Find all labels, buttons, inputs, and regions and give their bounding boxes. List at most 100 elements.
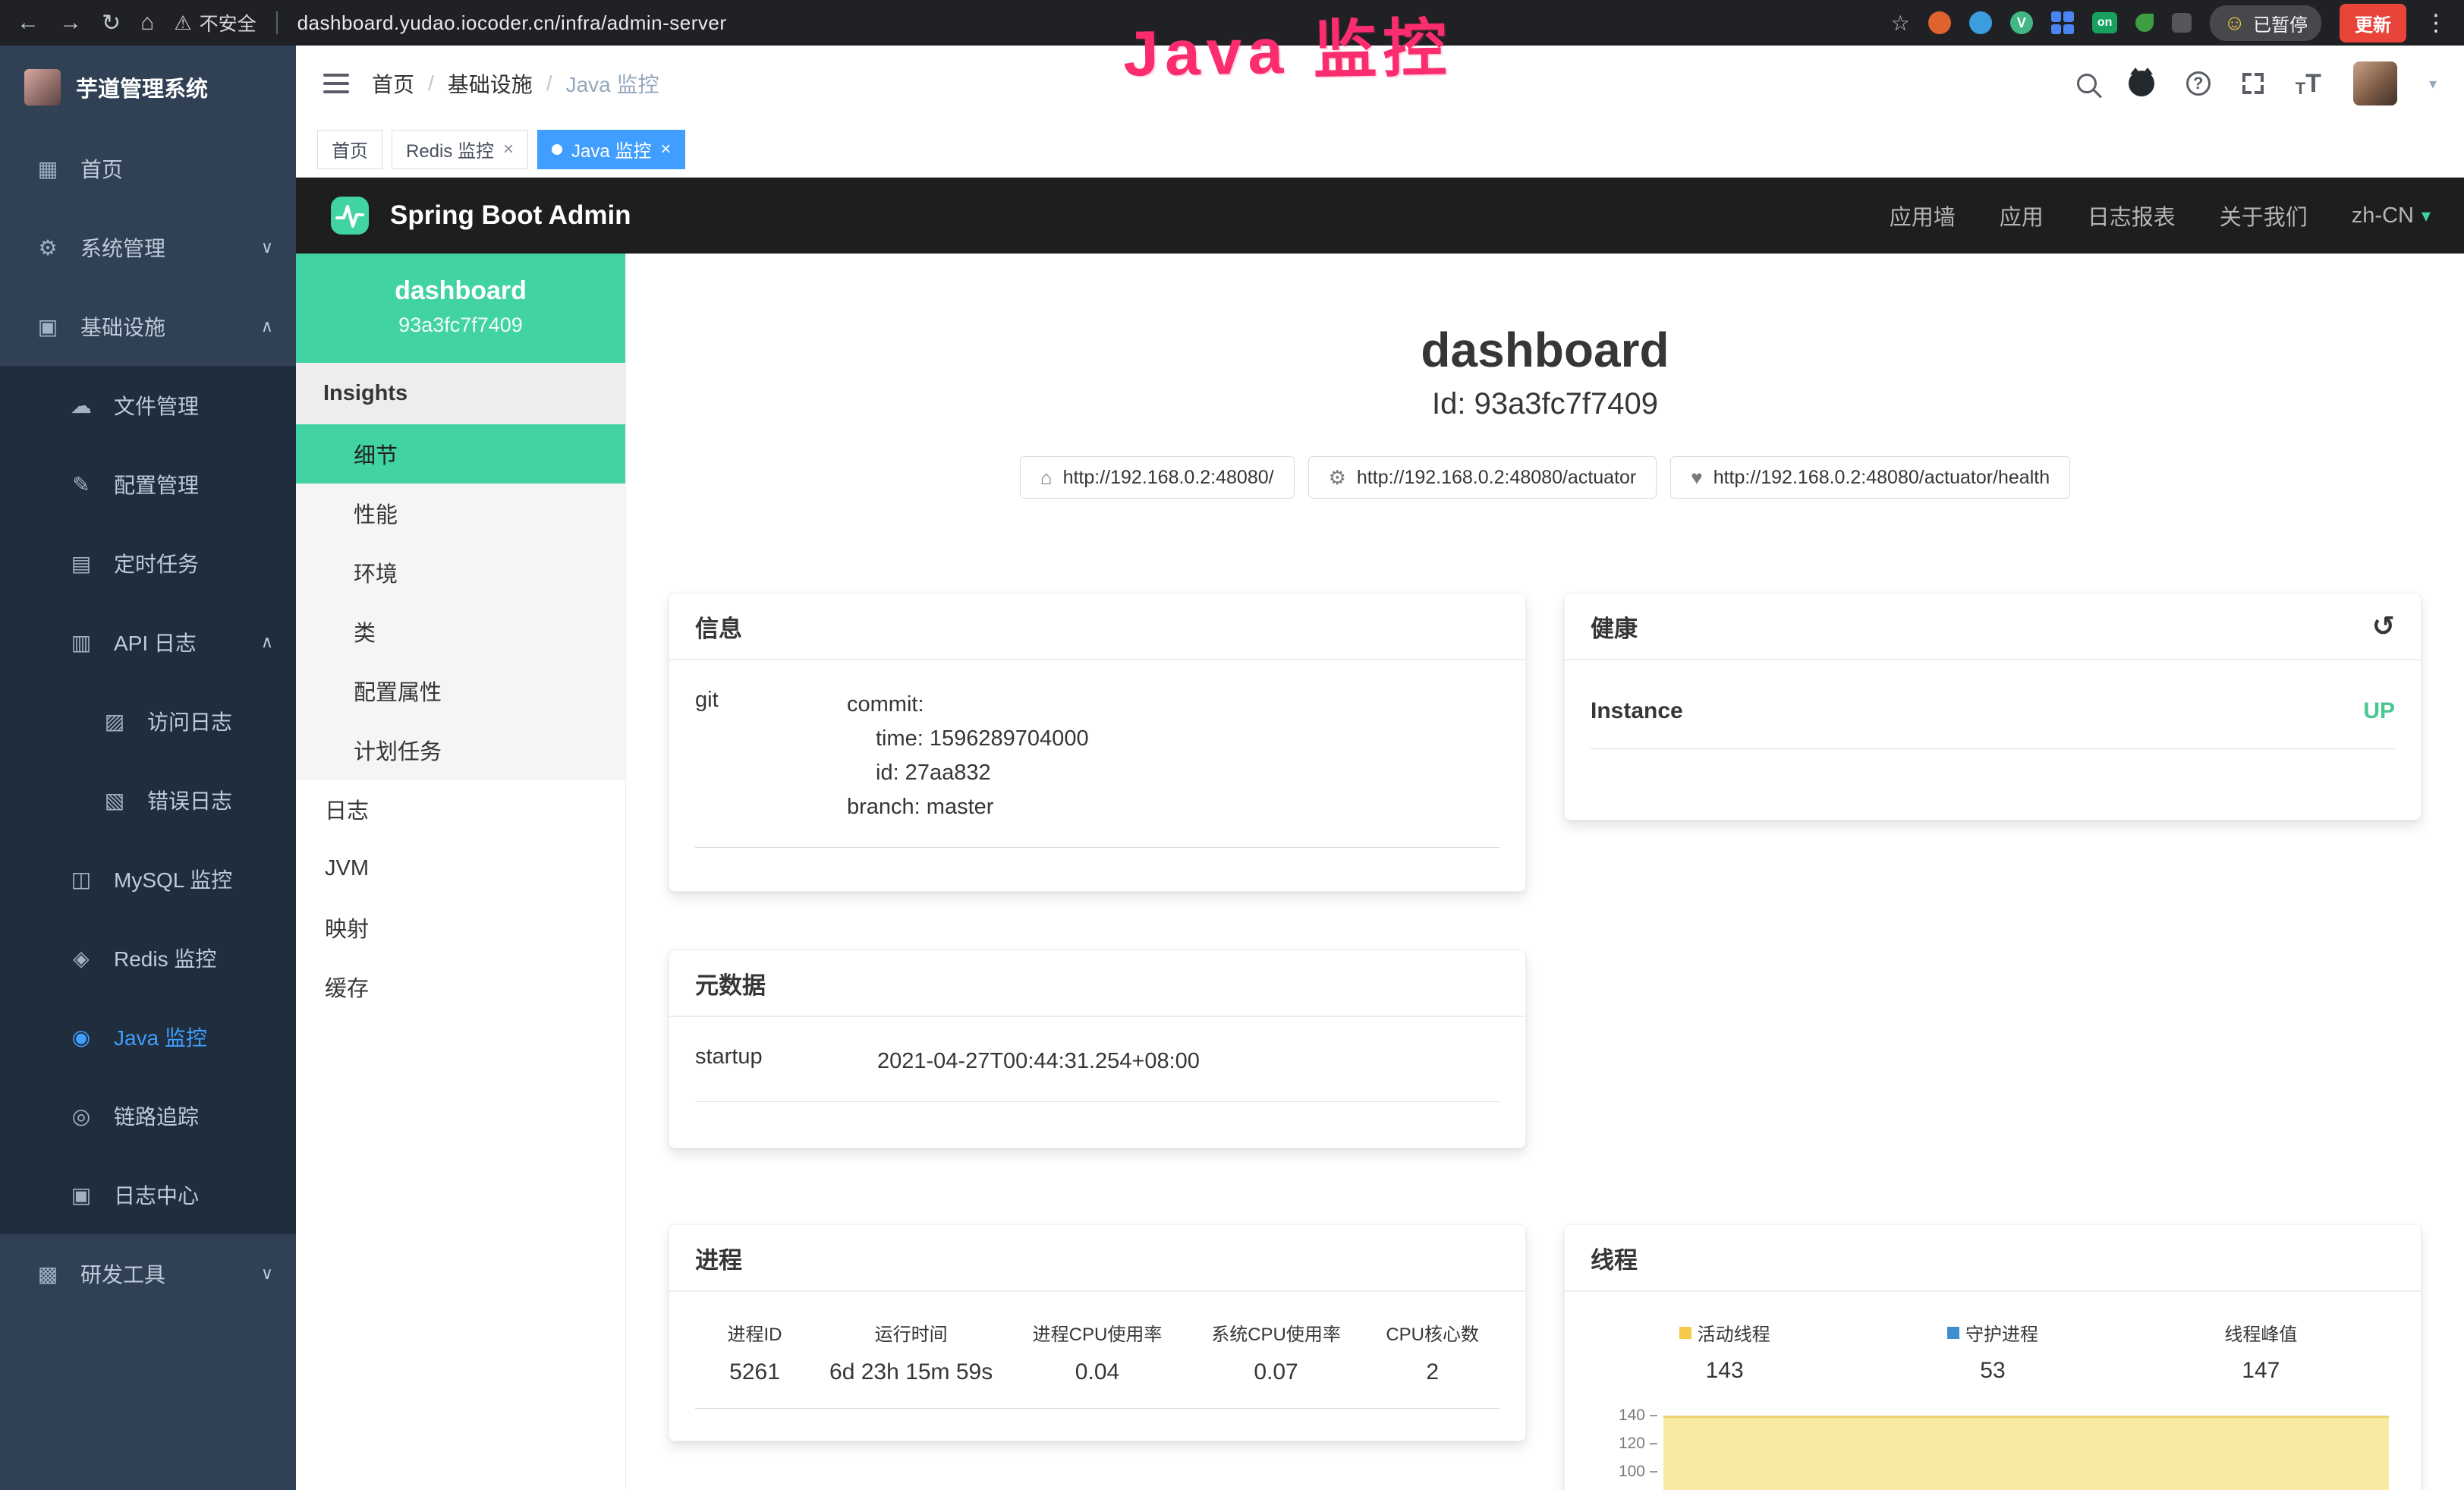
sidebar-item-mysql-monitor[interactable]: ◫ MySQL 监控	[0, 840, 296, 918]
security-chip[interactable]: ⚠ 不安全	[174, 9, 256, 36]
sidebar-item-home[interactable]: ▦ 首页	[0, 129, 296, 208]
metadata-row: startup 2021-04-27T00:44:31.254+08:00	[695, 1044, 1499, 1102]
redis-icon: ◈	[67, 946, 96, 971]
text-size-icon[interactable]: T T	[2296, 69, 2321, 99]
sidebar-item-java-monitor[interactable]: ◉ Java 监控	[0, 997, 296, 1076]
process-col-sys-cpu: 系统CPU使用率	[1211, 1319, 1341, 1346]
sba-nav-about[interactable]: 关于我们	[2220, 200, 2308, 232]
pin-extension-icon[interactable]	[2172, 13, 2192, 33]
home-icon[interactable]: ⌂	[140, 10, 154, 36]
chevron-down-icon: ▾	[2422, 205, 2431, 227]
sidebar-item-redis-monitor[interactable]: ◈ Redis 监控	[0, 918, 296, 997]
spring-boot-admin: Spring Boot Admin 应用墙 应用 日志报表 关于我们 zh-CN…	[296, 178, 2464, 1490]
sba-language-select[interactable]: zh-CN ▾	[2352, 203, 2431, 228]
sidebar-item-tracing[interactable]: ◎ 链路追踪	[0, 1076, 296, 1155]
sba-item-metrics[interactable]: 性能	[296, 484, 625, 543]
paused-badge[interactable]: ☺ 已暂停	[2210, 5, 2321, 41]
sidebar-item-error-logs[interactable]: ▧ 错误日志	[0, 761, 296, 840]
threads-values: 143 53 147	[1591, 1358, 2395, 1384]
sba-item-classes[interactable]: 类	[296, 602, 625, 661]
java-monitor-icon: ◉	[67, 1025, 96, 1050]
sba-item-mappings[interactable]: 映射	[296, 898, 625, 957]
sba-item-jvm[interactable]: JVM	[296, 839, 625, 898]
sba-instance-block[interactable]: dashboard 93a3fc7f7409	[296, 254, 625, 363]
tab-java-monitor[interactable]: Java 监控 ×	[537, 130, 685, 169]
health-url-button[interactable]: ♥ http://192.168.0.2:48080/actuator/heal…	[1670, 456, 2070, 499]
hamburger-icon[interactable]	[323, 74, 349, 93]
sidebar-item-scheduled-tasks[interactable]: ▤ 定时任务	[0, 524, 296, 603]
drop-extension-icon[interactable]	[1969, 11, 1992, 34]
back-icon[interactable]: ←	[17, 10, 39, 36]
cloud-icon: ☁	[67, 393, 96, 418]
sba-item-config-props[interactable]: 配置属性	[296, 661, 625, 720]
status-badge: UP	[2363, 698, 2395, 724]
sba-nav-applications[interactable]: 应用	[2000, 200, 2044, 232]
search-icon[interactable]	[2077, 74, 2097, 93]
text-size-small: T	[2296, 79, 2305, 99]
sidebar-item-file-management[interactable]: ☁ 文件管理	[0, 366, 296, 445]
sidebar-item-log-center[interactable]: ▣ 日志中心	[0, 1155, 296, 1234]
leaf-extension-icon[interactable]	[2135, 14, 2154, 32]
sidebar-item-config-management[interactable]: ✎ 配置管理	[0, 445, 296, 524]
breadcrumb: 首页 / 基础设施 / Java 监控	[372, 68, 659, 99]
refresh-icon[interactable]: ↻	[102, 10, 121, 36]
close-icon[interactable]: ×	[503, 139, 514, 160]
forward-icon[interactable]: →	[59, 10, 82, 36]
help-icon[interactable]: ?	[2186, 71, 2211, 96]
sidebar-item-access-logs[interactable]: ▨ 访问日志	[0, 682, 296, 761]
update-button[interactable]: 更新	[2340, 4, 2406, 43]
switch-on-extension-icon[interactable]: on	[2092, 12, 2118, 33]
live-threads-label: 活动线程	[1698, 1319, 1770, 1346]
breadcrumb-separator: /	[428, 71, 434, 96]
bookmark-star-icon[interactable]: ☆	[1891, 11, 1910, 36]
sba-nav-links: 应用墙 应用 日志报表 关于我们 zh-CN ▾	[1890, 200, 2431, 232]
grid-extension-icon[interactable]	[2051, 11, 2074, 34]
breadcrumb-home[interactable]: 首页	[372, 68, 414, 99]
sidebar-item-label: API 日志	[114, 627, 197, 657]
sidebar-item-infrastructure[interactable]: ▣ 基础设施 ∧	[0, 287, 296, 366]
fox-extension-icon[interactable]	[1928, 11, 1951, 34]
service-url-button[interactable]: ⌂ http://192.168.0.2:48080/	[1020, 456, 1295, 499]
fullscreen-icon[interactable]	[2242, 73, 2264, 94]
sba-language-value: zh-CN	[2352, 203, 2414, 228]
tab-home[interactable]: 首页	[317, 130, 382, 169]
sba-item-caches[interactable]: 缓存	[296, 957, 625, 1016]
close-icon[interactable]: ×	[660, 139, 671, 160]
vue-devtools-icon[interactable]: V	[2010, 11, 2033, 34]
sba-nav-journal[interactable]: 日志报表	[2088, 200, 2176, 232]
github-icon[interactable]	[2129, 71, 2154, 96]
actuator-url-button[interactable]: ⚙ http://192.168.0.2:48080/actuator	[1308, 456, 1657, 499]
warning-icon: ⚠	[174, 11, 191, 35]
sba-nav-wall[interactable]: 应用墙	[1890, 200, 1956, 232]
browser-menu-icon[interactable]: ⋮	[2425, 10, 2447, 36]
user-avatar[interactable]	[2353, 61, 2397, 106]
app-logo[interactable]: 芋道管理系统	[0, 46, 296, 129]
sba-brand-title[interactable]: Spring Boot Admin	[390, 200, 631, 231]
git-commit-time: time: 1596289704000	[847, 722, 1499, 756]
sba-item-details[interactable]: 细节	[296, 424, 625, 484]
sidebar-item-system-management[interactable]: ⚙ 系统管理 ∨	[0, 208, 296, 287]
sidebar-item-api-logs[interactable]: ▥ API 日志 ∧	[0, 603, 296, 682]
address-url[interactable]: dashboard.yudao.iocoder.cn/infra/admin-s…	[297, 11, 1871, 35]
git-commit-label: commit:	[847, 688, 1499, 722]
browser-right-cluster: ☆ V on ☺ 已暂停 更新 ⋮	[1891, 4, 2447, 43]
cards-left-column: 信息 git commit: time: 1596289704000 id: 2…	[669, 593, 1526, 1490]
health-url: http://192.168.0.2:48080/actuator/health	[1713, 467, 2050, 489]
tab-redis-monitor[interactable]: Redis 监控 ×	[392, 130, 528, 169]
avatar-caret-icon[interactable]: ▾	[2429, 74, 2437, 93]
breadcrumb-section[interactable]: 基础设施	[448, 68, 533, 99]
sba-item-scheduled-tasks[interactable]: 计划任务	[296, 720, 625, 780]
tab-label: Redis 监控	[406, 136, 494, 162]
git-commit-id: id: 27aa832	[847, 756, 1499, 790]
sba-item-logs[interactable]: 日志	[296, 780, 625, 839]
sidebar-item-label: 链路追踪	[114, 1101, 199, 1131]
sidebar-item-label: 系统管理	[80, 232, 165, 263]
history-icon[interactable]: ↺	[2372, 610, 2395, 642]
process-card-title: 进程	[669, 1225, 1525, 1292]
sidebar-item-label: Java 监控	[114, 1022, 207, 1052]
sidebar-item-dev-tools[interactable]: ▩ 研发工具 ∨	[0, 1234, 296, 1313]
actuator-url: http://192.168.0.2:48080/actuator	[1357, 467, 1636, 489]
health-card: 健康 ↺ Instance UP	[1564, 593, 2422, 821]
sba-item-environment[interactable]: 环境	[296, 543, 625, 602]
health-instance-row[interactable]: Instance UP	[1591, 688, 2395, 749]
